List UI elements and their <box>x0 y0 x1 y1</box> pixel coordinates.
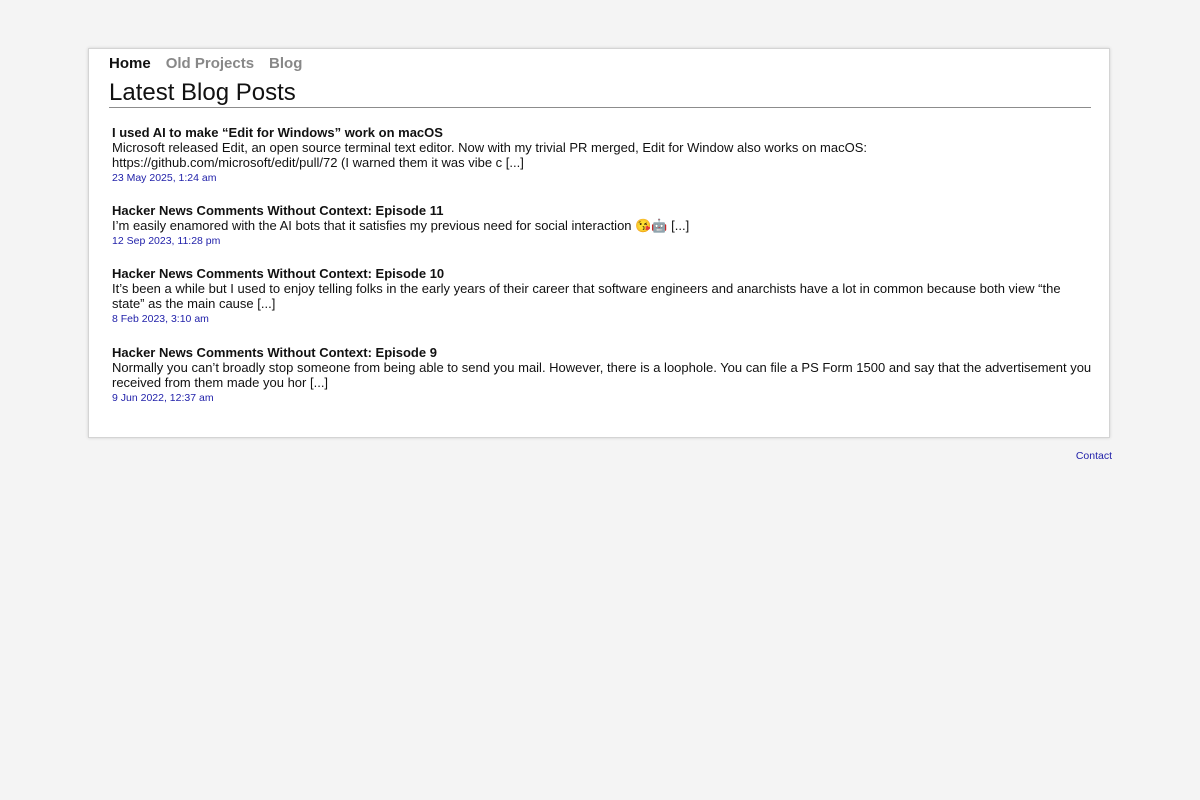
list-item: I used AI to make “Edit for Windows” wor… <box>112 125 1092 185</box>
nav-item-old-projects[interactable]: Old Projects <box>166 55 254 72</box>
post-title-link[interactable]: I used AI to make “Edit for Windows” wor… <box>112 125 1092 140</box>
post-date-link[interactable]: 9 Jun 2022, 12:37 am <box>112 391 1092 405</box>
contact-link[interactable]: Contact <box>1076 450 1112 462</box>
nav-item-blog[interactable]: Blog <box>269 55 302 72</box>
post-title-link[interactable]: Hacker News Comments Without Context: Ep… <box>112 345 1092 360</box>
post-date-link[interactable]: 12 Sep 2023, 11:28 pm <box>112 234 1092 248</box>
post-excerpt: Normally you can’t broadly stop someone … <box>112 360 1092 390</box>
post-title-link[interactable]: Hacker News Comments Without Context: Ep… <box>112 266 1092 281</box>
post-excerpt: I’m easily enamored with the AI bots tha… <box>112 218 690 233</box>
post-date-link[interactable]: 23 May 2025, 1:24 am <box>112 171 1092 185</box>
content-card: Home Old Projects Blog Latest Blog Posts… <box>88 48 1110 438</box>
post-title-link[interactable]: Hacker News Comments Without Context: Ep… <box>112 203 1092 218</box>
list-item: Hacker News Comments Without Context: Ep… <box>112 345 1092 405</box>
list-item: Hacker News Comments Without Context: Ep… <box>112 203 1092 248</box>
list-item: Hacker News Comments Without Context: Ep… <box>112 266 1092 326</box>
page-title: Latest Blog Posts <box>109 79 1091 108</box>
post-excerpt: It’s been a while but I used to enjoy te… <box>112 281 1061 311</box>
top-nav: Home Old Projects Blog <box>109 55 302 72</box>
post-date-link[interactable]: 8 Feb 2023, 3:10 am <box>112 312 1092 326</box>
nav-item-home[interactable]: Home <box>109 55 151 72</box>
post-excerpt: Microsoft released Edit, an open source … <box>112 140 868 170</box>
